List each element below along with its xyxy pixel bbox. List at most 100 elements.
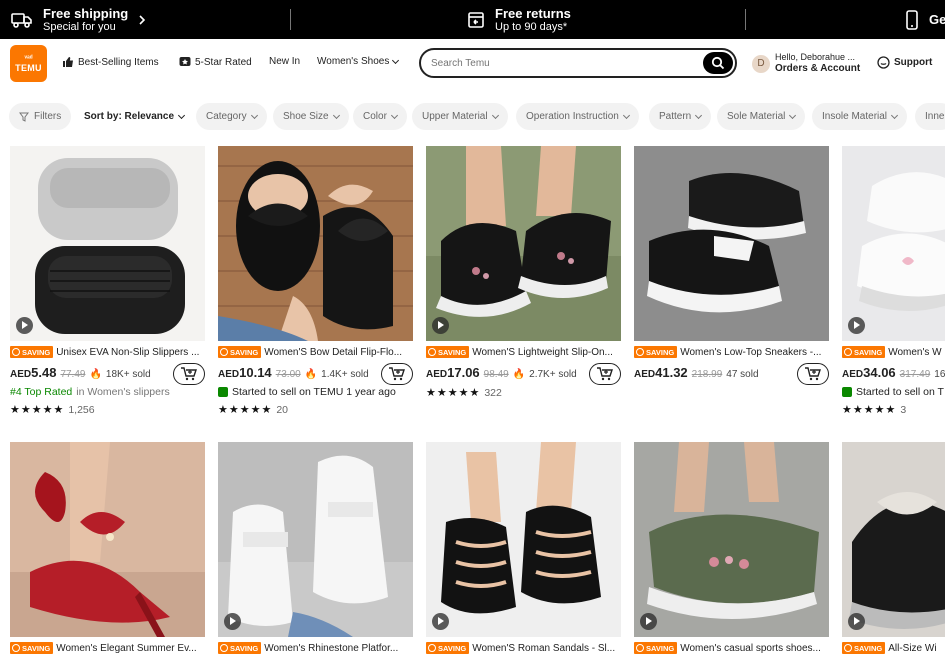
- temu-logo[interactable]: ᵛᵃᵈ TEMU: [10, 45, 47, 82]
- cart-plus-icon: [389, 367, 405, 381]
- filter-pattern[interactable]: Pattern: [649, 103, 712, 130]
- add-to-cart-button[interactable]: [589, 363, 621, 385]
- filter-category[interactable]: Category: [196, 103, 267, 130]
- video-play-icon[interactable]: [848, 613, 865, 630]
- nav-five-star[interactable]: 5-Star Rated: [179, 56, 252, 68]
- avatar: D: [752, 54, 770, 73]
- product-image[interactable]: [842, 442, 945, 637]
- chevron-down-icon: [250, 111, 258, 119]
- search-button[interactable]: [703, 52, 733, 74]
- sold-count: 18K+ sold: [105, 369, 151, 380]
- search-input[interactable]: [431, 57, 691, 69]
- video-play-icon[interactable]: [640, 613, 657, 630]
- saving-badge: SAVING: [218, 346, 262, 358]
- product-image[interactable]: [426, 146, 621, 341]
- star-badge-icon: [179, 57, 191, 66]
- price: 34.06: [863, 365, 896, 380]
- support-link[interactable]: Support: [877, 56, 932, 69]
- product-title[interactable]: Women's Low-Top Sneakers -...: [680, 347, 821, 358]
- free-returns-title: Free returns: [495, 5, 571, 21]
- video-play-icon[interactable]: [16, 317, 33, 334]
- support-icon: [877, 56, 890, 69]
- nav-new-in[interactable]: New In: [269, 56, 300, 67]
- flame-icon: 🔥: [89, 369, 102, 380]
- cart-plus-icon: [597, 367, 613, 381]
- sold-count: 2.7K+ sold: [529, 369, 577, 380]
- filter-upper-material[interactable]: Upper Material: [412, 103, 508, 130]
- divider: [745, 9, 746, 30]
- truck-icon: [11, 12, 32, 28]
- search-icon: [711, 56, 725, 70]
- site-header: ᵛᵃᵈ TEMU Best-Selling Items 5-Star Rated…: [0, 39, 945, 89]
- nav-label: New In: [269, 56, 301, 67]
- product-title[interactable]: Unisex EVA Non-Slip Slippers ...: [56, 347, 199, 358]
- currency: AED: [842, 369, 864, 380]
- new-seller-info: Started to sell on T: [842, 386, 944, 398]
- chip-label: Sole Material: [727, 111, 786, 122]
- add-to-cart-button[interactable]: [797, 363, 829, 385]
- filter-color[interactable]: Color: [353, 103, 407, 130]
- product-image[interactable]: [426, 442, 621, 637]
- price: 10.14: [239, 365, 272, 380]
- product-image[interactable]: [218, 442, 413, 637]
- product-image[interactable]: [10, 442, 205, 637]
- product-card[interactable]: SAVING Women's W AED 34.06 317.49 16 Star…: [842, 146, 945, 416]
- product-title[interactable]: Women's W: [888, 347, 941, 358]
- product-image[interactable]: [634, 146, 829, 341]
- product-title[interactable]: Women'S Roman Sandals - Sl...: [472, 643, 615, 654]
- chip-label: Color: [363, 111, 387, 122]
- filter-insole-material[interactable]: Insole Material: [812, 103, 908, 130]
- saving-badge: SAVING: [842, 346, 886, 358]
- video-play-icon[interactable]: [432, 317, 449, 334]
- product-title[interactable]: Women'S Lightweight Slip-On...: [472, 347, 613, 358]
- free-shipping-promo[interactable]: Free shipping Special for you: [11, 0, 146, 39]
- filter-operation-instruction[interactable]: Operation Instruction: [516, 103, 639, 130]
- product-card[interactable]: SAVING Women's Rhinestone Platfor...: [218, 442, 413, 654]
- add-to-cart-button[interactable]: [381, 363, 413, 385]
- product-title[interactable]: Women's Elegant Summer Ev...: [56, 643, 196, 654]
- original-price: 98.49: [483, 369, 509, 380]
- divider: [290, 9, 291, 30]
- product-card[interactable]: SAVING Women's Elegant Summer Ev...: [10, 442, 205, 654]
- filter-inner[interactable]: Inne: [915, 103, 945, 130]
- product-title[interactable]: All-Size Wi: [888, 643, 936, 654]
- product-image[interactable]: [10, 146, 205, 341]
- rank-info[interactable]: #4 Top Rated in Women's slippers: [10, 386, 170, 398]
- nav-womens-shoes[interactable]: Women's Shoes: [317, 56, 400, 67]
- get-app-promo[interactable]: Ge: [905, 0, 945, 39]
- video-play-icon[interactable]: [432, 613, 449, 630]
- product-image[interactable]: [218, 146, 413, 341]
- product-card[interactable]: SAVING Women's casual sports shoes...: [634, 442, 829, 654]
- product-title[interactable]: Women's casual sports shoes...: [680, 643, 821, 654]
- product-card[interactable]: SAVING All-Size Wi: [842, 442, 945, 654]
- video-play-icon[interactable]: [848, 317, 865, 334]
- free-returns-promo[interactable]: Free returns Up to 90 days*: [467, 0, 571, 39]
- chevron-down-icon: [789, 111, 797, 119]
- price: 5.48: [31, 365, 57, 380]
- chip-label: Category: [206, 111, 247, 122]
- product-card[interactable]: SAVING Women'S Roman Sandals - Sl...: [426, 442, 621, 654]
- rank-label: #4 Top Rated: [10, 386, 73, 398]
- add-to-cart-button[interactable]: [173, 363, 205, 385]
- filter-shoe-size[interactable]: Shoe Size: [273, 103, 349, 130]
- product-image[interactable]: [634, 442, 829, 637]
- flip-flop-image: [218, 146, 413, 341]
- nav-best-selling[interactable]: Best-Selling Items: [62, 56, 159, 68]
- filter-sole-material[interactable]: Sole Material: [717, 103, 806, 130]
- filters-button[interactable]: Filters: [9, 103, 72, 130]
- seller-since: Started to sell on T: [856, 386, 944, 398]
- video-play-icon[interactable]: [224, 613, 241, 630]
- account-menu[interactable]: D Hello, Deborahue ... Orders & Account: [752, 52, 860, 75]
- rating: ★★★★★ 1,256: [10, 403, 95, 417]
- support-label: Support: [894, 57, 933, 68]
- new-tag-icon: [218, 387, 228, 397]
- product-title[interactable]: Women's Rhinestone Platfor...: [264, 643, 398, 654]
- sort-dropdown[interactable]: Sort by: Relevance: [74, 103, 195, 130]
- product-title[interactable]: Women'S Bow Detail Flip-Flo...: [264, 347, 402, 358]
- free-returns-subtitle: Up to 90 days*: [495, 20, 568, 33]
- red-heels-image: [10, 442, 205, 637]
- product-image[interactable]: [842, 146, 945, 341]
- filter-bar: Filters Sort by: Relevance Category Shoe…: [0, 103, 945, 131]
- chip-label: Inne: [925, 111, 945, 122]
- chevron-down-icon: [622, 111, 630, 119]
